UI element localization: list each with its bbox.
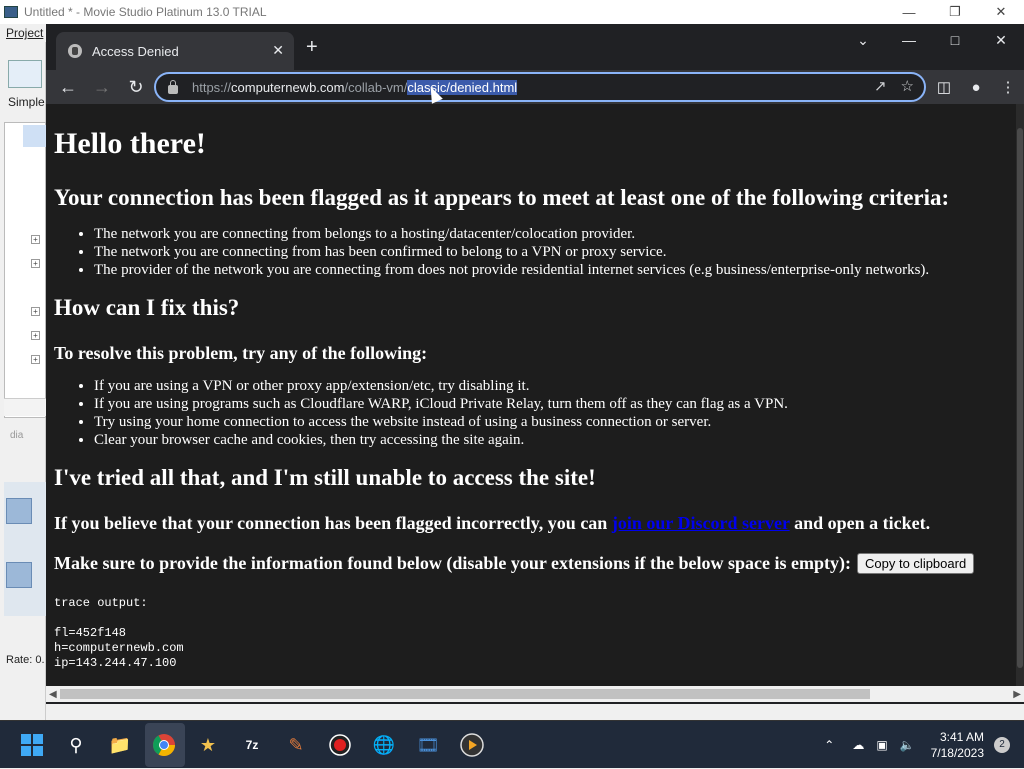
app-restore-button[interactable]: ❐ [932,0,978,24]
expand-icon[interactable]: + [31,307,40,316]
fix-heading: How can I fix this? [54,295,240,320]
new-tab-button[interactable]: + [306,36,318,59]
forward-button[interactable]: → [86,77,118,98]
expand-icon[interactable]: + [31,259,40,268]
network-icon[interactable]: ▣ [876,738,887,752]
movie-studio-taskbar-icon[interactable]: 🎞 [414,731,442,759]
media-thumbnails [4,482,46,616]
resolve-heading: To resolve this problem, try any of the … [54,343,428,363]
expand-icon[interactable]: + [31,331,40,340]
panel-scrollbar[interactable] [4,398,46,416]
browser-minimize-button[interactable]: — [886,32,932,48]
back-button[interactable]: ← [52,77,84,98]
globe-app-icon[interactable]: 🌐 [370,731,398,759]
tab-search-icon[interactable]: ⌄ [840,32,886,49]
flagged-heading: Your connection has been flagged as it a… [54,185,950,210]
horizontal-scrollbar[interactable]: ◀ ▶ [46,686,1024,702]
paint-app-icon[interactable]: ✎ [282,731,310,759]
simple-label: Simple [8,95,45,109]
movie-studio-icon [4,6,18,18]
layout-toolbar-button[interactable] [8,60,42,88]
list-item: If you are using programs such as Cloudf… [94,395,1009,413]
file-explorer-icon[interactable]: 📁 [106,731,134,759]
start-button[interactable] [18,731,46,759]
tab-strip: Access Denied ✕ + ⌄ — □ ✕ [46,24,1024,70]
profile-icon[interactable]: ● [960,79,992,96]
list-item: The network you are connecting from has … [94,243,1009,261]
lock-icon[interactable] [168,79,178,94]
7zip-icon[interactable]: 7z [238,731,266,759]
menu-project[interactable]: Project [0,24,46,42]
search-icon[interactable] [23,125,47,147]
taskbar: ⚲ 📁 ★ 7z ✎ 🌐 🎞 ⌃ ☁ ▣ 🔈 3:41 AM 7/18/2023… [0,720,1024,768]
dia-label: dia [10,430,24,441]
clock[interactable]: 3:41 AM 7/18/2023 [931,729,984,761]
cloud-icon[interactable]: ☁ [852,738,864,752]
app-title: Untitled * - Movie Studio Platinum 13.0 … [24,5,267,19]
fixes-list: If you are using a VPN or other proxy ap… [94,377,1009,449]
media-thumbnail[interactable] [6,498,32,524]
scroll-right-icon[interactable]: ▶ [1013,689,1021,700]
contact-paragraph: If you believe that your connection has … [54,513,931,533]
expand-icon[interactable]: + [31,235,40,244]
horizontal-scroll-thumb[interactable] [60,689,870,699]
volume-icon[interactable]: 🔈 [900,738,915,752]
tried-heading: I've tried all that, and I'm still unabl… [54,465,596,490]
system-tray: ⌃ ☁ ▣ 🔈 3:41 AM 7/18/2023 2 [824,721,1024,769]
chrome-icon[interactable] [150,731,178,759]
copy-to-clipboard-button[interactable]: Copy to clipboard [857,552,975,574]
address-bar[interactable]: https://computernewb.com/collab-vm/class… [154,72,926,102]
browser-window: Access Denied ✕ + ⌄ — □ ✕ ← → ↻ https://… [46,24,1024,704]
expand-icon[interactable]: + [31,355,40,364]
provide-info-paragraph: Make sure to provide the information fou… [54,552,1009,574]
hello-heading: Hello there! [54,127,206,160]
notification-badge[interactable]: 2 [994,737,1010,753]
rate-label: Rate: 0. [6,654,45,666]
scroll-left-icon[interactable]: ◀ [49,689,57,700]
vertical-scrollbar[interactable] [1016,104,1024,686]
criteria-list: The network you are connecting from belo… [94,225,1009,279]
discord-link[interactable]: join our Discord server [612,513,790,533]
star-app-icon[interactable]: ★ [194,731,222,759]
list-item: Try using your home connection to access… [94,413,1009,431]
browser-close-button[interactable]: ✕ [978,32,1024,49]
list-item: If you are using a VPN or other proxy ap… [94,377,1009,395]
media-thumbnail[interactable] [6,562,32,588]
app-close-button[interactable]: ✕ [978,0,1024,24]
browser-toolbar: ← → ↻ https://computernewb.com/collab-vm… [46,70,1024,104]
scroll-thumb[interactable] [1017,128,1023,668]
trace-output: trace output: fl=452f148 h=computernewb.… [54,596,184,670]
media-player-icon[interactable] [458,731,486,759]
clock-time: 3:41 AM [939,730,984,744]
bookmark-star-icon[interactable]: ☆ [901,77,914,95]
tray-overflow-chevron-icon[interactable]: ⌃ [824,738,834,752]
side-panel-icon[interactable]: ◫ [928,78,960,96]
app-minimize-button[interactable]: — [886,0,932,24]
menu-kebab-icon[interactable]: ⋮ [992,78,1024,96]
tab-title: Access Denied [92,43,179,59]
browser-maximize-button[interactable]: □ [932,32,978,48]
url-text[interactable]: https://computernewb.com/collab-vm/class… [192,79,518,95]
app-title-bar: Untitled * - Movie Studio Platinum 13.0 … [0,0,1024,24]
reload-button[interactable]: ↻ [120,77,152,98]
site-favicon-icon [68,44,82,58]
page-content: Hello there! Your connection has been fl… [46,104,1016,686]
tab-access-denied[interactable]: Access Denied ✕ [56,32,294,70]
list-item: The provider of the network you are conn… [94,261,1009,279]
list-item: Clear your browser cache and cookies, th… [94,431,1009,449]
share-icon[interactable]: ↗ [874,77,887,95]
close-tab-icon[interactable]: ✕ [272,42,284,59]
list-item: The network you are connecting from belo… [94,225,1009,243]
project-tree-panel: + + + + + [4,122,47,418]
search-icon[interactable]: ⚲ [62,731,90,759]
clock-date: 7/18/2023 [930,746,984,760]
app-left-pane: Simple + + + + + dia Rate: 0. [0,42,47,720]
record-icon[interactable] [326,731,354,759]
